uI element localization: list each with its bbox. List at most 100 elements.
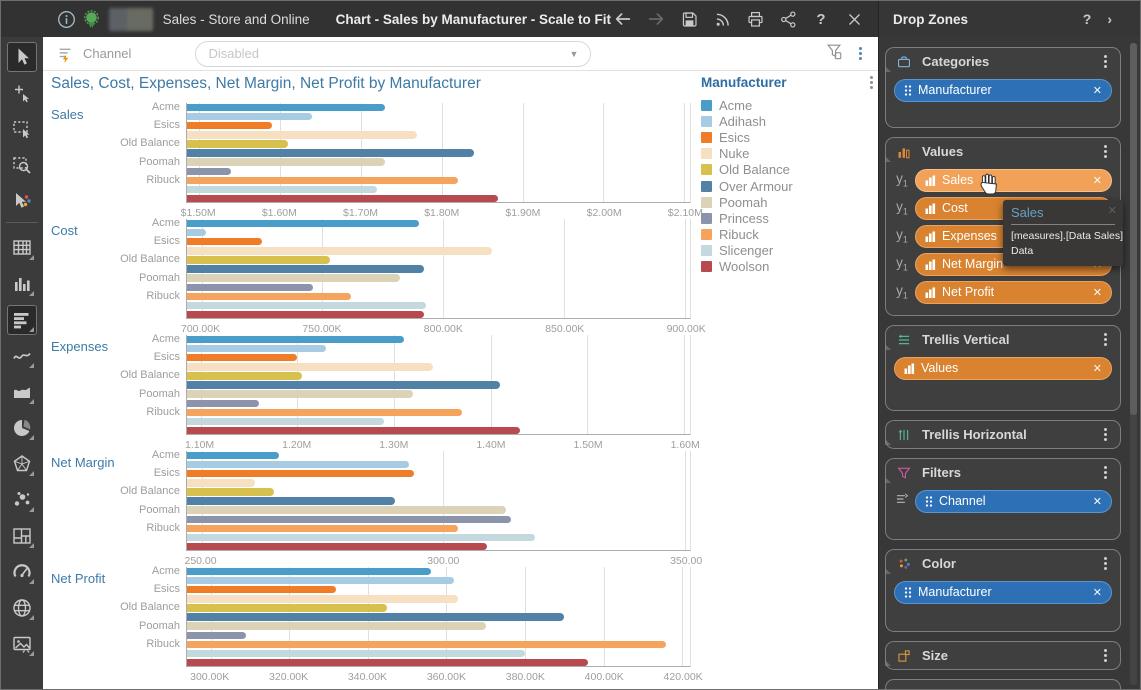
section-menu-kebab-icon[interactable] bbox=[1104, 654, 1107, 657]
bar-chart-visual[interactable] bbox=[7, 305, 37, 335]
print-button[interactable] bbox=[743, 7, 767, 31]
bar-cost-princess[interactable] bbox=[187, 284, 313, 291]
bar-cost-esics[interactable] bbox=[187, 238, 262, 245]
map-visual[interactable] bbox=[7, 593, 37, 623]
filter-settings-icon[interactable] bbox=[825, 42, 843, 66]
bar-expenses-esics[interactable] bbox=[187, 354, 297, 361]
bar-expenses-slicenger[interactable] bbox=[187, 418, 384, 425]
legend-item-over-armour[interactable]: Over Armour bbox=[701, 178, 877, 194]
legend-item-acme[interactable]: Acme bbox=[701, 97, 877, 113]
bar-cost-woolson[interactable] bbox=[187, 311, 424, 318]
pill-remove-icon[interactable]: ✕ bbox=[1093, 286, 1102, 299]
pill-manufacturer[interactable]: Manufacturer✕ bbox=[894, 79, 1112, 102]
bar-net-margin-slicenger[interactable] bbox=[187, 534, 535, 541]
bar-sales-over-armour[interactable] bbox=[187, 149, 474, 156]
panel-collapse-button[interactable]: › bbox=[1107, 11, 1112, 27]
image-visual[interactable] bbox=[7, 629, 37, 659]
bar-expenses-nuke[interactable] bbox=[187, 363, 433, 370]
bar-net-profit-esics[interactable] bbox=[187, 586, 336, 593]
pill-remove-icon[interactable]: ✕ bbox=[1093, 495, 1102, 508]
bar-net-profit-acme[interactable] bbox=[187, 568, 431, 575]
line-chart-visual[interactable] bbox=[7, 341, 37, 371]
pie-chart-visual[interactable] bbox=[7, 413, 37, 443]
section-menu-kebab-icon[interactable] bbox=[1104, 433, 1107, 436]
panel-help-button[interactable]: ? bbox=[1083, 11, 1092, 27]
section-menu-kebab-icon[interactable] bbox=[1104, 60, 1107, 63]
bar-cost-acme[interactable] bbox=[187, 220, 419, 227]
bar-sales-slicenger[interactable] bbox=[187, 186, 377, 193]
drag-grip-icon[interactable] bbox=[904, 85, 912, 96]
scatter-chart-visual[interactable] bbox=[7, 485, 37, 515]
bar-sales-old-balance[interactable] bbox=[187, 140, 288, 147]
bar-net-profit-princess[interactable] bbox=[187, 632, 246, 639]
legend-item-adihash[interactable]: Adihash bbox=[701, 113, 877, 129]
pill-remove-icon[interactable]: ✕ bbox=[1093, 174, 1102, 187]
area-chart-visual[interactable] bbox=[7, 377, 37, 407]
bar-net-profit-poomah[interactable] bbox=[187, 622, 486, 629]
forward-button[interactable] bbox=[644, 7, 668, 31]
tooltip-close-icon[interactable]: ✕ bbox=[1108, 204, 1117, 217]
legend-item-esics[interactable]: Esics bbox=[701, 129, 877, 145]
bar-net-margin-old-balance[interactable] bbox=[187, 488, 274, 495]
bar-net-profit-adihash[interactable] bbox=[187, 577, 454, 584]
pill-remove-icon[interactable]: ✕ bbox=[1093, 586, 1102, 599]
bar-net-margin-poomah[interactable] bbox=[187, 506, 506, 513]
save-button[interactable] bbox=[677, 7, 701, 31]
section-menu-kebab-icon[interactable] bbox=[1104, 471, 1107, 474]
bar-net-margin-princess[interactable] bbox=[187, 516, 511, 523]
bar-expenses-princess[interactable] bbox=[187, 400, 259, 407]
bar-cost-poomah[interactable] bbox=[187, 274, 400, 281]
bar-expenses-ribuck[interactable] bbox=[187, 409, 462, 416]
bar-expenses-adihash[interactable] bbox=[187, 345, 326, 352]
bar-net-margin-acme[interactable] bbox=[187, 452, 279, 459]
bar-cost-nuke[interactable] bbox=[187, 247, 492, 254]
radar-chart-visual[interactable] bbox=[7, 449, 37, 479]
panel-scrollbar[interactable] bbox=[1130, 43, 1137, 685]
section-menu-kebab-icon[interactable] bbox=[1104, 150, 1107, 153]
filter-dropdown[interactable]: Disabled ▼ bbox=[195, 41, 591, 67]
pill-manufacturer[interactable]: Manufacturer✕ bbox=[894, 581, 1112, 604]
legend-item-old-balance[interactable]: Old Balance bbox=[701, 162, 877, 178]
pill-remove-icon[interactable]: ✕ bbox=[1093, 362, 1102, 375]
bar-net-margin-nuke[interactable] bbox=[187, 479, 255, 486]
legend-item-woolson[interactable]: Woolson bbox=[701, 259, 877, 275]
bar-expenses-poomah[interactable] bbox=[187, 390, 413, 397]
bar-expenses-woolson[interactable] bbox=[187, 427, 520, 434]
bar-net-margin-esics[interactable] bbox=[187, 470, 414, 477]
bar-expenses-over-armour[interactable] bbox=[187, 381, 500, 388]
table-visual[interactable] bbox=[7, 233, 37, 263]
bar-cost-adihash[interactable] bbox=[187, 229, 206, 236]
pill-net-profit[interactable]: Net Profit✕ bbox=[915, 281, 1112, 304]
bar-sales-acme[interactable] bbox=[187, 104, 385, 111]
filter-menu-kebab-icon[interactable] bbox=[859, 52, 862, 55]
bar-sales-adihash[interactable] bbox=[187, 113, 312, 120]
bar-net-profit-slicenger[interactable] bbox=[187, 650, 525, 657]
bar-net-margin-woolson[interactable] bbox=[187, 543, 487, 550]
bar-expenses-old-balance[interactable] bbox=[187, 372, 302, 379]
column-chart-visual[interactable] bbox=[7, 269, 37, 299]
pill-sales[interactable]: Sales✕ bbox=[915, 169, 1112, 192]
point-select-tool[interactable] bbox=[7, 78, 37, 108]
bar-sales-ribuck[interactable] bbox=[187, 177, 458, 184]
section-menu-kebab-icon[interactable] bbox=[1104, 338, 1107, 341]
section-menu-kebab-icon[interactable] bbox=[1104, 562, 1107, 565]
pill-remove-icon[interactable]: ✕ bbox=[1093, 84, 1102, 97]
bar-net-margin-adihash[interactable] bbox=[187, 461, 409, 468]
legend-menu-kebab-icon[interactable] bbox=[870, 81, 873, 84]
feed-button[interactable] bbox=[710, 7, 734, 31]
help-button[interactable]: ? bbox=[809, 7, 833, 31]
bar-net-profit-old-balance[interactable] bbox=[187, 604, 387, 611]
close-button[interactable] bbox=[842, 7, 866, 31]
pill-values[interactable]: Values✕ bbox=[894, 357, 1112, 380]
pointer-tool[interactable] bbox=[7, 42, 37, 72]
bar-net-margin-over-armour[interactable] bbox=[187, 497, 395, 504]
legend-item-nuke[interactable]: Nuke bbox=[701, 146, 877, 162]
bar-cost-over-armour[interactable] bbox=[187, 265, 424, 272]
bar-net-profit-ribuck[interactable] bbox=[187, 641, 666, 648]
drag-grip-icon[interactable] bbox=[904, 587, 912, 598]
zoom-select-tool[interactable] bbox=[7, 150, 37, 180]
treemap-visual[interactable] bbox=[7, 521, 37, 551]
legend-item-princess[interactable]: Princess bbox=[701, 210, 877, 226]
bar-net-profit-nuke[interactable] bbox=[187, 595, 458, 602]
bar-net-profit-woolson[interactable] bbox=[187, 659, 588, 666]
